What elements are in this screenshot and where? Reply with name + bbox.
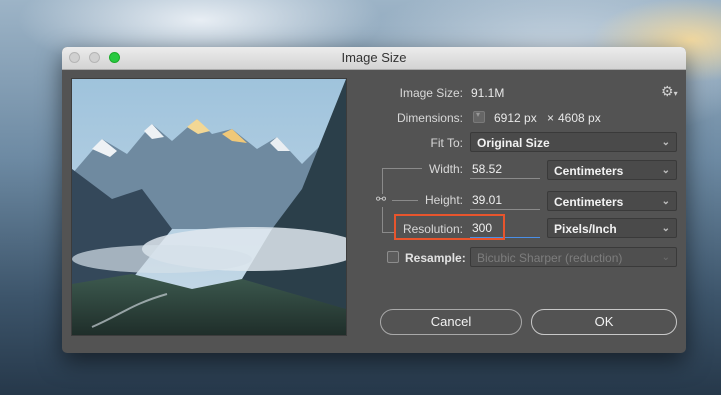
width-input[interactable]: 58.52 <box>470 160 540 179</box>
window-title: Image Size <box>341 50 407 65</box>
chevron-down-icon: ⌄ <box>661 223 670 234</box>
chevron-down-icon: ⌄ <box>661 196 670 207</box>
title-bar[interactable]: Image Size <box>62 47 686 70</box>
image-size-label: Image Size: <box>399 86 463 100</box>
fit-to-selected-value: Original Size <box>477 136 550 150</box>
height-unit-value: Centimeters <box>554 195 624 209</box>
width-label: Width: <box>428 162 463 176</box>
fit-to-select[interactable]: Original Size ⌄ <box>470 132 677 152</box>
dimensions-label: Dimensions: <box>396 111 463 125</box>
resample-method-select[interactable]: Bicubic Sharper (reduction) ⌄ <box>470 247 677 267</box>
fit-to-label: Fit To: <box>430 136 463 150</box>
gear-icon[interactable]: ⚙▾ <box>661 82 679 100</box>
image-size-dialog: Image Size Image Size: 91.1M ⚙▾ Dimensio… <box>62 47 686 353</box>
dropdown-toggle-icon: ▾ <box>476 110 481 119</box>
chevron-down-icon: ⌄ <box>661 137 670 148</box>
resample-checkbox[interactable] <box>387 251 399 263</box>
image-size-value: 91.1M <box>471 86 505 100</box>
resolution-unit-value: Pixels/Inch <box>554 222 617 236</box>
resolution-unit-select[interactable]: Pixels/Inch ⌄ <box>547 218 677 238</box>
image-preview[interactable] <box>71 78 347 336</box>
resample-method-value: Bicubic Sharper (reduction) <box>477 251 623 265</box>
cancel-button[interactable]: Cancel <box>380 309 522 335</box>
dimensions-height-px: 4608 px <box>558 111 601 125</box>
chain-link-icon[interactable]: ⚯ <box>376 193 386 205</box>
link-bracket-top <box>382 168 383 194</box>
width-unit-select[interactable]: Centimeters ⌄ <box>547 160 677 180</box>
height-unit-select[interactable]: Centimeters ⌄ <box>547 191 677 211</box>
height-label: Height: <box>424 193 463 207</box>
chevron-down-icon: ▾ <box>673 89 678 98</box>
preview-mountain-image <box>72 79 346 335</box>
dimensions-separator: × <box>547 111 555 125</box>
link-bracket-bottom <box>382 207 383 232</box>
dimensions-width-px: 6912 px <box>494 111 537 125</box>
width-unit-value: Centimeters <box>554 164 624 178</box>
ok-button[interactable]: OK <box>531 309 677 335</box>
resample-label: Resample: <box>405 251 466 265</box>
chevron-down-icon: ⌄ <box>661 165 670 176</box>
dimensions-unit-toggle[interactable]: ▾ <box>473 110 485 123</box>
height-input[interactable]: 39.01 <box>470 191 540 210</box>
chevron-down-icon: ⌄ <box>661 252 670 263</box>
resolution-highlight-box <box>394 214 505 240</box>
